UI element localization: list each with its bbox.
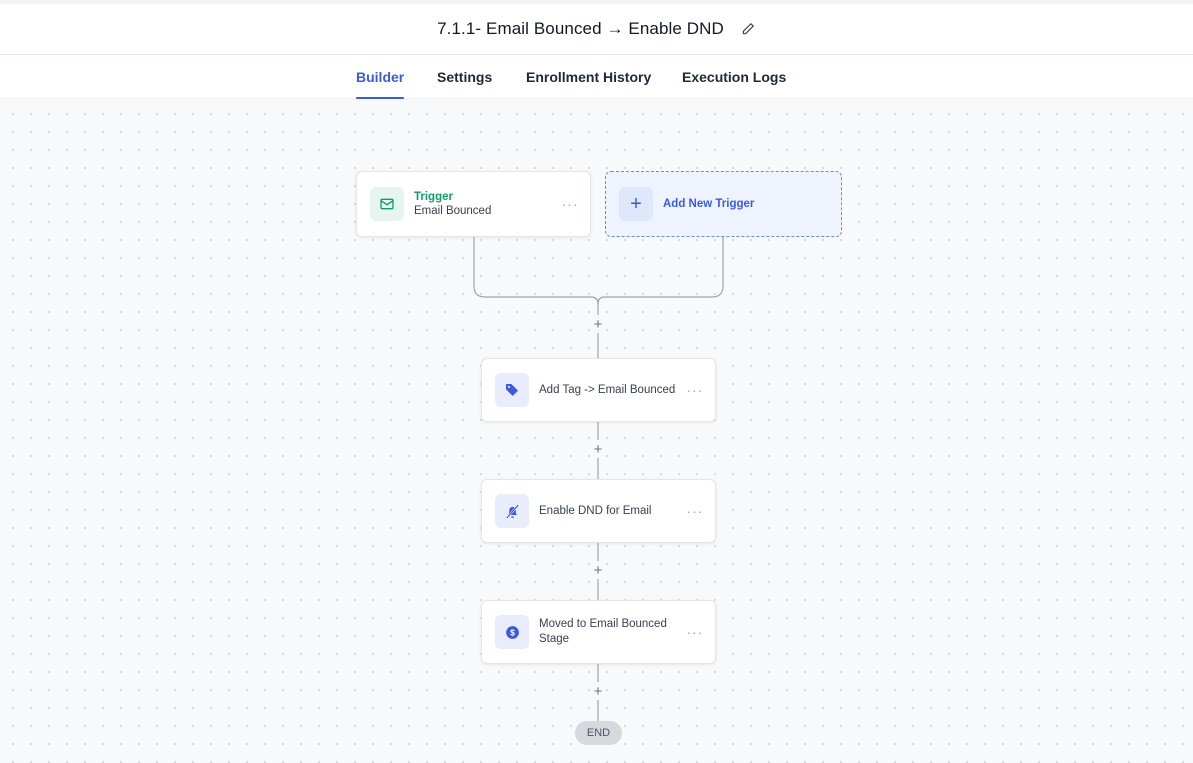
end-label: END xyxy=(586,727,611,739)
bell-off-icon xyxy=(495,494,529,528)
end-node: END xyxy=(575,721,622,745)
trigger-connector-left xyxy=(473,237,599,305)
add-new-trigger-button[interactable]: + Add New Trigger xyxy=(605,171,842,237)
action-label: Moved to Email Bounced Stage xyxy=(539,618,667,645)
add-step-button[interactable]: + xyxy=(590,316,606,332)
tag-icon xyxy=(495,373,529,407)
trigger-card[interactable]: Trigger Email Bounced ··· xyxy=(356,171,591,237)
action-menu-button[interactable]: ··· xyxy=(685,382,705,398)
action-menu-button[interactable]: ··· xyxy=(685,624,705,640)
action-card-move-stage[interactable]: $ Moved to Email Bounced Stage ··· xyxy=(481,600,716,664)
trigger-connector-right xyxy=(597,237,724,305)
trigger-title: Trigger xyxy=(414,190,453,203)
action-label: Add Tag -> Email Bounced xyxy=(539,383,676,396)
plus-icon: + xyxy=(619,187,653,221)
trigger-subtitle: Email Bounced xyxy=(414,204,492,217)
action-menu-button[interactable]: ··· xyxy=(685,503,705,519)
trigger-menu-button[interactable]: ··· xyxy=(560,196,580,212)
mail-icon xyxy=(370,187,404,221)
add-step-button[interactable]: + xyxy=(590,683,606,699)
action-label: Enable DND for Email xyxy=(539,504,652,517)
add-step-button[interactable]: + xyxy=(590,562,606,578)
add-new-trigger-label: Add New Trigger xyxy=(663,198,755,210)
add-step-button[interactable]: + xyxy=(590,441,606,457)
dollar-icon: $ xyxy=(495,615,529,649)
svg-text:$: $ xyxy=(510,627,515,637)
action-card-enable-dnd[interactable]: Enable DND for Email ··· xyxy=(481,479,716,543)
action-card-add-tag[interactable]: Add Tag -> Email Bounced ··· xyxy=(481,358,716,422)
